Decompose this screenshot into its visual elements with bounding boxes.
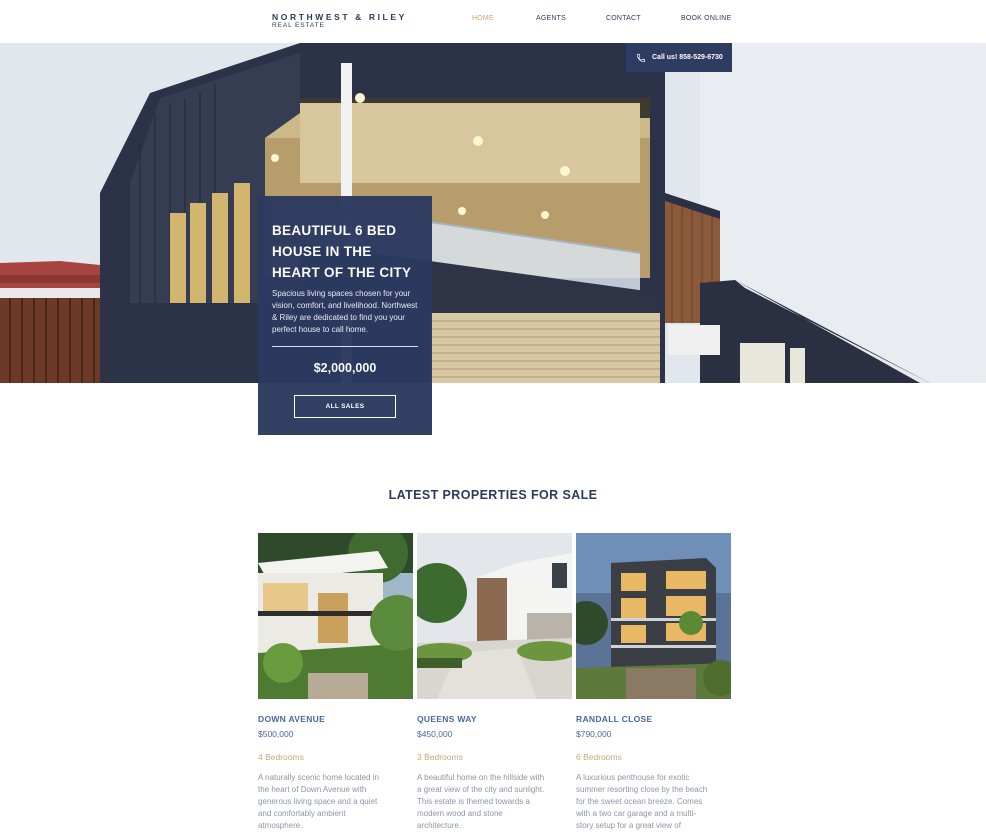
hero-image — [0, 43, 986, 383]
promo-price: $2,000,000 — [313, 361, 377, 375]
logo-name: NORTHWEST & RILEY — [272, 12, 407, 22]
promo-divider — [272, 346, 418, 347]
property-name[interactable]: RANDALL CLOSE — [576, 714, 731, 724]
property-name[interactable]: QUEENS WAY — [417, 714, 572, 724]
property-description: A naturally scenic home located in the h… — [258, 773, 379, 830]
property-description: A luxurious penthouse for exotic summer … — [576, 773, 708, 830]
site-logo[interactable]: NORTHWEST & RILEY REAL ESTATE — [272, 12, 407, 30]
nav-contact[interactable]: CONTACT — [606, 15, 641, 22]
property-card-queens-way: QUEENS WAY $450,000 3 Bedrooms A beautif… — [417, 533, 572, 832]
nav-agents[interactable]: AGENTS — [536, 15, 566, 22]
property-name[interactable]: DOWN AVENUE — [258, 714, 413, 724]
house-photo-1 — [258, 533, 413, 699]
property-price: $450,000 — [417, 729, 453, 739]
promo-title: BEAUTIFUL 6 BED HOUSE IN THE HEART OF TH… — [272, 223, 412, 280]
property-price: $500,000 — [258, 729, 294, 739]
property-photo[interactable] — [417, 533, 572, 699]
property-description: A beautiful home on the hillside with a … — [417, 773, 545, 830]
property-bedrooms: 4 Bedrooms — [258, 752, 304, 762]
property-photo[interactable] — [576, 533, 731, 699]
phone-icon — [636, 53, 646, 62]
property-price: $790,000 — [576, 729, 612, 739]
logo-subtitle: REAL ESTATE — [272, 22, 325, 29]
property-card-down-avenue: DOWN AVENUE $500,000 4 Bedrooms A natura… — [258, 533, 413, 832]
property-card-randall-close: RANDALL CLOSE $790,000 6 Bedrooms A luxu… — [576, 533, 731, 832]
promo-description: Spacious living spaces chosen for your v… — [272, 289, 418, 334]
property-photo[interactable] — [258, 533, 413, 699]
property-bedrooms: 3 Bedrooms — [417, 752, 463, 762]
house-photo-2 — [417, 533, 572, 699]
featured-property-box: BEAUTIFUL 6 BED HOUSE IN THE HEART OF TH… — [258, 196, 432, 435]
call-button[interactable]: Call us! 858-529-6730 — [626, 43, 732, 72]
site-header: NORTHWEST & RILEY REAL ESTATE HOME AGENT… — [0, 0, 986, 43]
call-label: Call us! 858-529-6730 — [652, 54, 723, 61]
listings-title: LATEST PROPERTIES FOR SALE — [388, 488, 598, 502]
property-bedrooms: 6 Bedrooms — [576, 752, 622, 762]
nav-book-online[interactable]: BOOK ONLINE — [681, 15, 731, 22]
all-sales-button[interactable]: ALL SALES — [294, 395, 396, 418]
house-photo-3 — [576, 533, 731, 699]
modern-house-illustration — [0, 43, 986, 383]
nav-home[interactable]: HOME — [472, 15, 494, 22]
